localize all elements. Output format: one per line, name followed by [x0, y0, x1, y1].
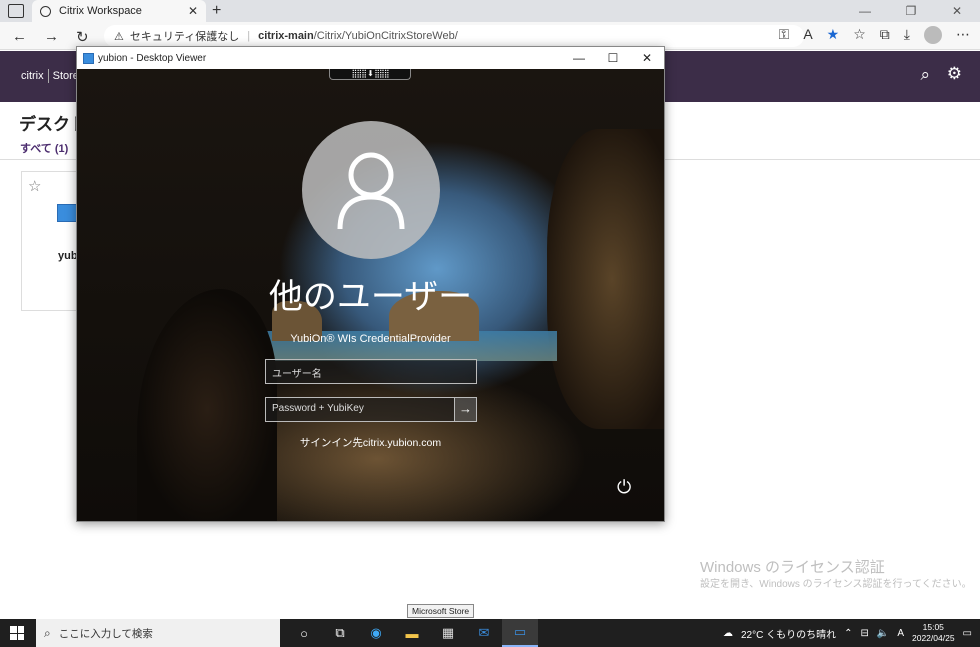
cortana-icon[interactable]: ○: [286, 619, 322, 647]
restore-button[interactable]: ❐: [888, 0, 934, 22]
forward-arrow-icon[interactable]: →: [44, 28, 59, 45]
task-view-icon[interactable]: ⧉: [322, 619, 358, 647]
search-icon[interactable]: ⌕: [920, 65, 930, 85]
viewer-title: yubion - Desktop Viewer: [98, 52, 207, 64]
system-tray: ☁ 22°C くもりのち晴れ ⌃ ⊟ 🔈 A 15:05 2022/04/25 …: [723, 619, 980, 647]
desktop-viewer-window: yubion - Desktop Viewer — ☐ ✕ ⣿⣿⣿ ⬇ ⣿⣿⣿ …: [76, 46, 665, 522]
ime-icon[interactable]: A: [897, 628, 904, 639]
username-field[interactable]: ユーザー名: [265, 359, 477, 384]
read-aloud-icon[interactable]: A: [803, 26, 812, 44]
password-field[interactable]: Password + YubiKey: [265, 397, 477, 422]
url-host: citrix-main: [258, 30, 314, 42]
clock-time: 15:05: [922, 622, 944, 632]
weather-icon[interactable]: ☁: [723, 628, 733, 639]
taskbar-tooltip: Microsoft Store: [407, 604, 475, 618]
profile-avatar-icon[interactable]: [924, 26, 942, 44]
app-card[interactable]: ☆ yub: [21, 171, 81, 311]
taskbar-search-input[interactable]: ⌕ ここに入力して検索: [36, 619, 280, 647]
taskbar: ⌕ ここに入力して検索 ○ ⧉ ◉ ▬ ▦ ✉ ▭ ☁ 22°C くもりのち晴れ…: [0, 619, 980, 647]
taskbar-search-placeholder: ここに入力して検索: [58, 627, 153, 640]
browser-toolbar: ⚿ A ★ ☆ ⧉ ⤓ ⋯: [779, 26, 970, 44]
security-label: セキュリティ保護なし: [129, 31, 240, 43]
file-explorer-icon[interactable]: ▬: [394, 619, 430, 647]
url-separator: |: [247, 30, 251, 42]
sign-in-to-label: サインイン先citrix.yubion.com: [299, 437, 442, 449]
weather-text[interactable]: 22°C くもりのち晴れ: [741, 626, 836, 641]
cave-rock-left: [137, 289, 277, 521]
citrix-logo: citrix Store: [21, 69, 79, 83]
viewer-close-button[interactable]: ✕: [630, 47, 664, 69]
activation-title: Windows のライセンス認証: [700, 559, 885, 576]
viewer-titlebar[interactable]: yubion - Desktop Viewer — ☐ ✕: [77, 47, 664, 69]
credential-provider-label: YubiOn® WIs CredentialProvider: [290, 333, 451, 345]
url-path: /Citrix/YubiOnCitrixStoreWeb/: [313, 30, 458, 42]
refresh-icon[interactable]: ↻: [76, 28, 89, 46]
mail-icon[interactable]: ✉: [466, 619, 502, 647]
viewer-window-controls: — ☐ ✕: [562, 47, 664, 69]
browser-window-controls: — ❐ ✕: [842, 0, 980, 22]
power-icon[interactable]: ⏻: [617, 477, 631, 498]
url-bar[interactable]: ⚠ セキュリティ保護なし | citrix-main /Citrix/YubiO…: [104, 25, 804, 47]
filter-all-tab[interactable]: すべて (1): [20, 140, 68, 156]
windows-lock-screen: ⣿⣿⣿ ⬇ ⣿⣿⣿ 他のユーザー YubiOn® WIs CredentialP…: [77, 69, 664, 521]
citrix-favicon-icon: [40, 5, 51, 17]
new-tab-button[interactable]: +: [212, 2, 221, 20]
favorites-icon[interactable]: ☆: [853, 26, 866, 44]
microsoft-store-icon[interactable]: ▦: [430, 619, 466, 647]
close-button[interactable]: ✕: [934, 0, 980, 22]
speaker-icon[interactable]: 🔈: [877, 628, 889, 639]
viewer-maximize-button[interactable]: ☐: [596, 47, 630, 69]
clock[interactable]: 15:05 2022/04/25: [912, 622, 955, 644]
search-icon: ⌕: [44, 625, 51, 640]
network-icon[interactable]: ⊟: [860, 628, 868, 639]
user-avatar-icon: [302, 121, 440, 259]
desktop-viewer-icon: [83, 52, 94, 64]
key-icon[interactable]: ⚿: [779, 26, 790, 44]
back-arrow-icon[interactable]: ←: [12, 28, 27, 45]
other-user-title: 他のユーザー: [268, 277, 473, 317]
tab-title: Citrix Workspace: [59, 5, 142, 17]
tab-close-icon[interactable]: ✕: [188, 4, 198, 18]
notification-icon[interactable]: ▭: [963, 628, 972, 639]
favorite-star-outline-icon[interactable]: ☆: [28, 177, 41, 195]
citrix-desktop-viewer-icon[interactable]: ▭: [502, 619, 538, 647]
favorite-star-icon[interactable]: ★: [827, 26, 840, 44]
clock-date: 2022/04/25: [912, 633, 955, 643]
edge-browser-icon[interactable]: ◉: [358, 619, 394, 647]
more-menu-icon[interactable]: ⋯: [956, 26, 970, 44]
store-label: Store: [52, 69, 79, 82]
windows-start-icon[interactable]: [10, 626, 24, 640]
viewer-minimize-button[interactable]: —: [562, 47, 596, 69]
app-label: yub: [58, 250, 78, 262]
downloads-icon[interactable]: ⤓: [904, 26, 910, 44]
warning-icon: ⚠: [114, 30, 124, 43]
citrix-logo-text: citrix: [21, 69, 44, 82]
submit-arrow-button[interactable]: →: [454, 397, 477, 422]
tab-citrix-workspace[interactable]: Citrix Workspace ✕: [32, 0, 206, 22]
browser-tab-strip: Citrix Workspace ✕ + — ❐ ✕: [0, 0, 980, 22]
taskbar-pinned-apps: ○ ⧉ ◉ ▬ ▦ ✉ ▭: [286, 619, 538, 647]
minimize-button[interactable]: —: [842, 0, 888, 22]
chevron-up-icon[interactable]: ⌃: [844, 628, 852, 639]
connection-bar-handle[interactable]: ⣿⣿⣿ ⬇ ⣿⣿⣿: [329, 69, 411, 80]
gear-icon[interactable]: ⚙: [947, 64, 962, 84]
collections-icon[interactable]: ⧉: [880, 26, 890, 44]
activation-subtitle: 設定を開き、Windows のライセンス認証を行ってください。: [700, 579, 972, 590]
tab-actions-icon[interactable]: [8, 4, 24, 18]
